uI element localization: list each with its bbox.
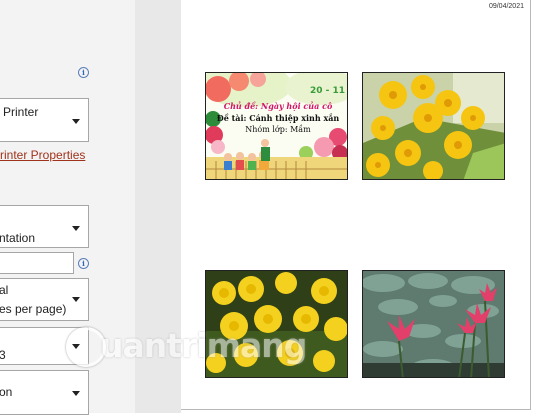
card-title: Chủ đề: Ngày hội của cô (224, 101, 333, 111)
chevron-down-icon (72, 297, 80, 302)
chevron-down-icon (72, 119, 80, 124)
info-icon[interactable]: i (78, 67, 89, 78)
page-date: 09/04/2021 (488, 3, 524, 10)
preview-image-yellow-apricot-blossom (362, 72, 505, 180)
card-class: Nhóm lớp: Mầm (245, 125, 311, 134)
card-topic: Đề tài: Cánh thiệp xinh xắn (217, 113, 340, 123)
pages-input[interactable] (0, 252, 74, 274)
printer-select[interactable]: Printer (0, 98, 89, 142)
margins-value: on (0, 385, 13, 399)
orientation-value: ntation (0, 231, 36, 245)
printer-properties-link[interactable]: rinter Properties (0, 148, 85, 162)
preview-image-pink-water-lily (362, 270, 505, 378)
pages-per-sheet-select[interactable]: al es per page) (0, 278, 89, 321)
collation-value: 3 (0, 348, 6, 362)
pages-per-sheet-line1: al (0, 283, 9, 297)
pages-per-sheet-line2: es per page) (0, 302, 67, 316)
printer-name: Printer (3, 105, 39, 119)
chevron-down-icon (72, 226, 80, 231)
card-number: 20 - 11 (310, 86, 345, 96)
orientation-select[interactable]: ntation (0, 205, 89, 248)
watermark-text: uantrimang (100, 326, 307, 365)
chevron-down-icon (72, 391, 80, 396)
margins-select[interactable]: on (0, 370, 89, 415)
info-icon[interactable]: i (78, 258, 89, 269)
preview-image-card: 20 - 11 Chủ đề: Ngày hội của cô Đề tài: … (205, 72, 348, 180)
